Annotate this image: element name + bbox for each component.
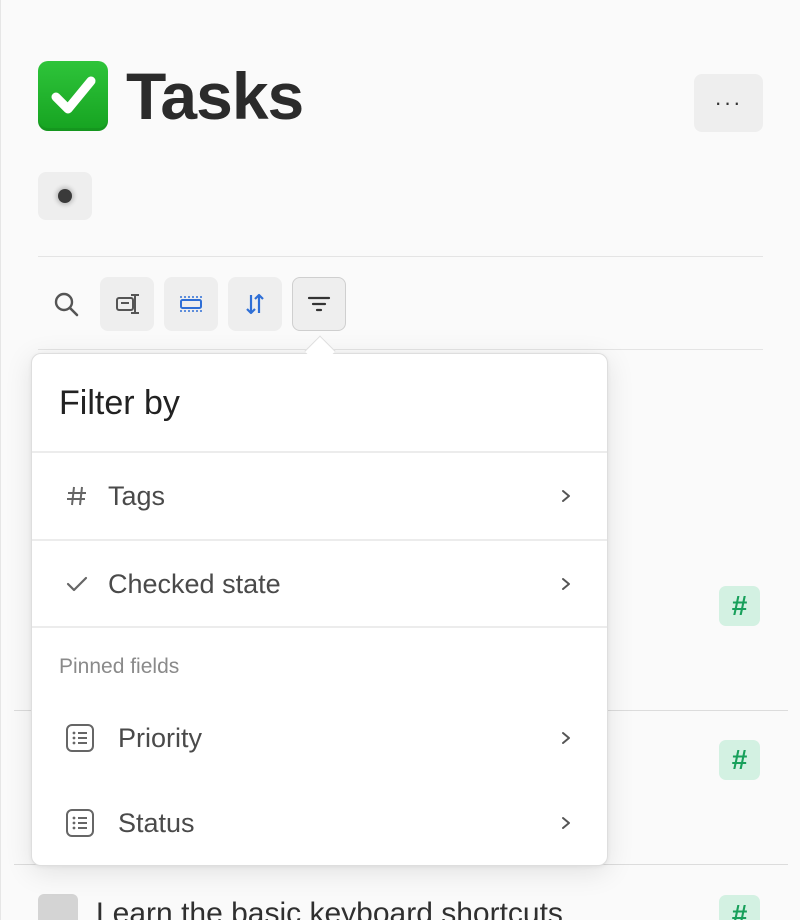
checkmark-icon <box>62 569 92 599</box>
view-toolbar <box>42 276 346 331</box>
filter-item-label: Tags <box>108 480 166 511</box>
layout-button[interactable] <box>164 276 218 331</box>
chevron-right-icon <box>556 486 576 506</box>
filter-item-label: Priority <box>118 722 203 753</box>
dot-icon <box>58 189 72 203</box>
tag-chip[interactable]: # <box>719 895 760 920</box>
chevron-right-icon <box>556 813 576 833</box>
filter-item-status[interactable]: Status <box>32 780 607 866</box>
task-checkbox[interactable] <box>38 894 78 920</box>
toggle-properties-icon <box>116 293 139 314</box>
filter-item-label: Status <box>118 807 195 838</box>
pinned-fields-heading: Pinned fields <box>59 655 180 678</box>
toggle-properties-button[interactable] <box>100 276 154 331</box>
filter-icon <box>307 296 331 311</box>
task-title[interactable]: Learn the basic keyboard shortcuts <box>96 897 563 920</box>
check-mark-button-icon[interactable] <box>38 61 108 131</box>
more-icon: ··· <box>714 90 743 115</box>
filter-item-label: Checked state <box>108 568 281 599</box>
tasks-page: Tasks ··· # # # Learn the basic keyboard… <box>0 0 800 920</box>
chevron-right-icon <box>556 574 576 594</box>
divider <box>38 256 763 257</box>
divider <box>32 626 607 628</box>
table-row[interactable]: Learn the basic keyboard shortcuts <box>38 894 563 920</box>
list-icon <box>65 723 95 753</box>
filter-item-priority[interactable]: Priority <box>32 695 607 781</box>
left-border <box>0 0 1 920</box>
tag-chip[interactable]: # <box>719 586 760 626</box>
hash-icon <box>62 481 92 511</box>
search-icon <box>54 292 79 316</box>
page-header: Tasks <box>38 58 304 134</box>
sort-icon <box>246 293 264 314</box>
list-icon <box>65 808 95 838</box>
filter-button[interactable] <box>292 276 346 331</box>
filter-item-tags[interactable]: Tags <box>32 453 607 539</box>
more-options-button[interactable]: ··· <box>694 74 763 132</box>
filter-item-checked-state[interactable]: Checked state <box>32 541 607 627</box>
divider <box>38 349 763 350</box>
search-button[interactable] <box>42 277 90 331</box>
chevron-right-icon <box>556 728 576 748</box>
filter-popover: Filter by Tags Checked state Pinned fiel… <box>31 353 608 866</box>
popover-title: Filter by <box>59 384 180 422</box>
layout-icon <box>180 295 202 312</box>
page-title[interactable]: Tasks <box>126 58 304 134</box>
tag-chip[interactable]: # <box>719 740 760 780</box>
sort-button[interactable] <box>228 276 282 331</box>
status-button[interactable] <box>38 172 92 220</box>
